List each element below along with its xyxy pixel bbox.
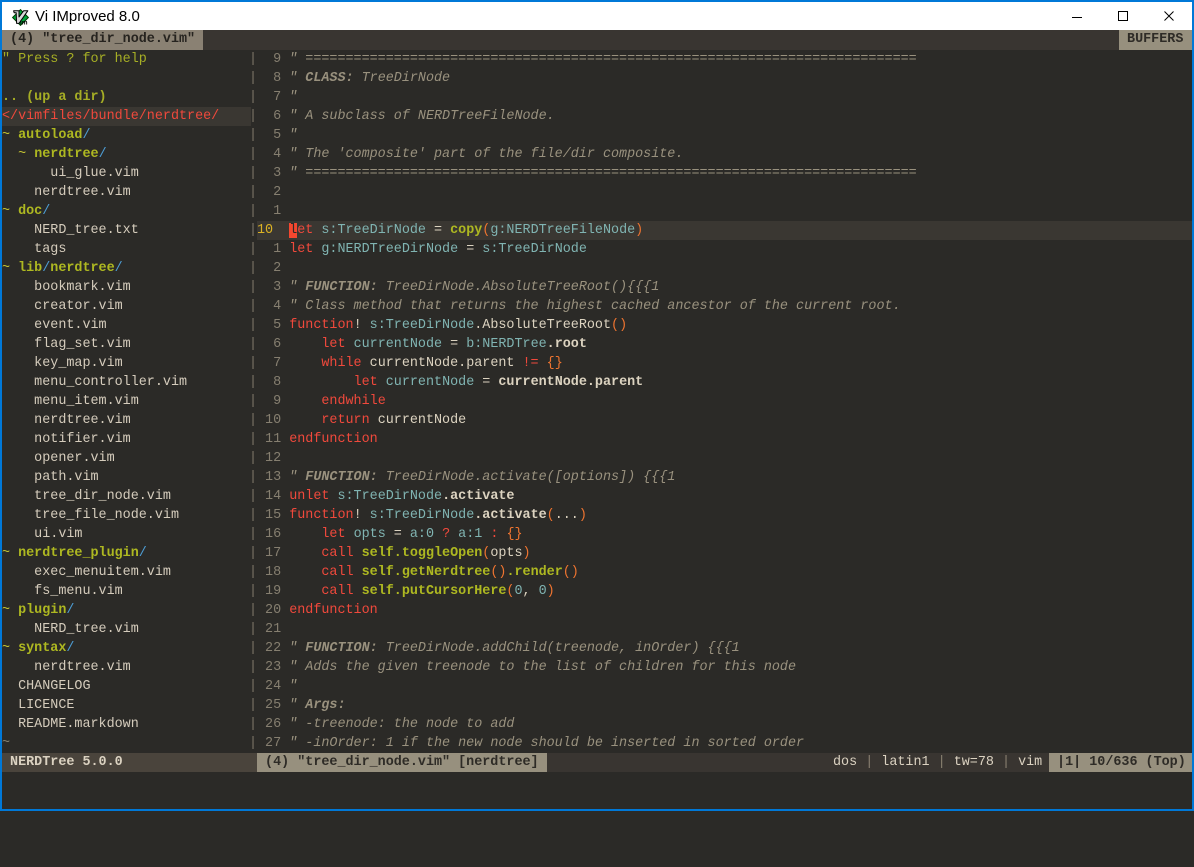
svg-text:im: im	[20, 20, 28, 26]
